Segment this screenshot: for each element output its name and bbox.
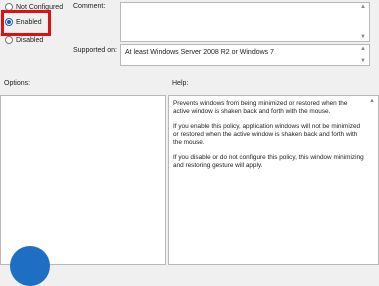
scroll-down-arrow-icon[interactable]: ▼: [360, 58, 366, 64]
enabled-highlight-annotation: [1, 10, 51, 36]
scroll-up-arrow-icon[interactable]: ▲: [360, 46, 366, 52]
scroll-up-arrow-icon[interactable]: ▲: [369, 98, 375, 104]
options-pane: [0, 95, 166, 265]
comment-label: Comment:: [73, 3, 106, 10]
scroll-up-arrow-icon[interactable]: ▲: [360, 4, 366, 10]
supported-on-field: At least Windows Server 2008 R2 or Windo…: [120, 44, 370, 66]
radio-disabled[interactable]: Disabled: [5, 35, 43, 45]
help-pane: Prevents windows from being minimized or…: [168, 95, 379, 265]
help-paragraph: Prevents windows from being minimized or…: [173, 100, 348, 115]
options-label: Options:: [4, 80, 31, 87]
radio-circle[interactable]: [5, 36, 13, 44]
comment-textarea[interactable]: ▲ ▼: [120, 2, 370, 42]
help-label: Help:: [172, 80, 189, 87]
supported-on-value: At least Windows Server 2008 R2 or Windo…: [125, 49, 275, 56]
scroll-down-arrow-icon[interactable]: ▼: [360, 34, 366, 40]
supported-on-label: Supported on:: [73, 47, 117, 54]
help-paragraph: If you disable or do not configure this …: [173, 154, 364, 169]
radio-label: Disabled: [16, 36, 44, 44]
info-icon: [10, 246, 50, 286]
help-paragraph: If you enable this policy, application w…: [173, 123, 361, 146]
